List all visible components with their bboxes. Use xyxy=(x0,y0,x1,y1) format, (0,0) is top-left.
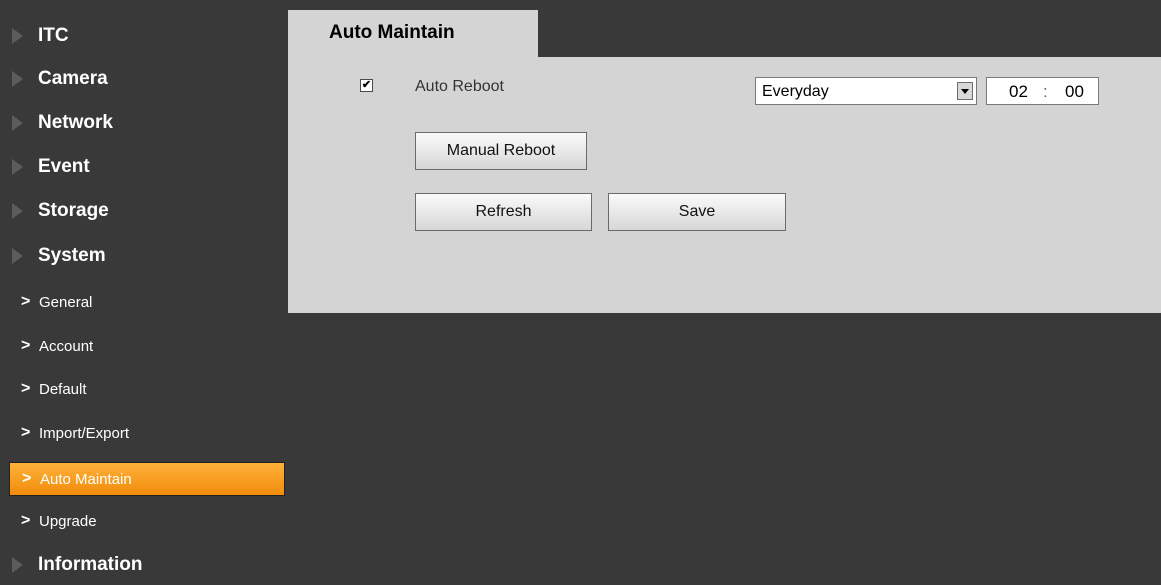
reboot-schedule-value: Everyday xyxy=(762,83,829,100)
reboot-hour[interactable]: 02 xyxy=(1009,82,1028,102)
refresh-button[interactable]: Refresh xyxy=(415,193,592,231)
sidebar-item-system[interactable]: System xyxy=(0,236,288,276)
auto-maintain-panel: ✔ Auto Reboot Everyday 02 : 00 Manual Re… xyxy=(288,57,1161,313)
sidebar-subitem-upgrade[interactable]: > Upgrade xyxy=(0,502,288,540)
sidebar: ITC Camera Network Event Storage System … xyxy=(0,0,288,575)
sidebar-subitem-general[interactable]: > General xyxy=(0,283,288,321)
triangle-right-icon xyxy=(12,248,23,264)
triangle-right-icon xyxy=(12,71,23,87)
auto-reboot-checkbox[interactable]: ✔ xyxy=(360,79,373,92)
sidebar-subitem-import-export[interactable]: > Import/Export xyxy=(0,414,288,452)
manual-reboot-button[interactable]: Manual Reboot xyxy=(415,132,587,170)
sidebar-subitem-default[interactable]: > Default xyxy=(0,370,288,408)
triangle-right-icon xyxy=(12,159,23,175)
chevron-right-icon: > xyxy=(21,293,31,310)
sidebar-item-label: Camera xyxy=(38,68,108,89)
triangle-right-icon xyxy=(12,28,23,44)
page-title: Auto Maintain xyxy=(329,22,455,43)
triangle-right-icon xyxy=(12,115,23,131)
sidebar-item-information[interactable]: Information xyxy=(0,545,288,585)
auto-reboot-label: Auto Reboot xyxy=(415,78,504,95)
time-separator: : xyxy=(1043,82,1048,101)
sidebar-subitem-label: Default xyxy=(39,380,87,398)
sidebar-item-label: Event xyxy=(38,156,90,177)
reboot-time-input[interactable]: 02 : 00 xyxy=(986,77,1099,105)
sidebar-item-camera[interactable]: Camera xyxy=(0,59,288,99)
reboot-minute[interactable]: 00 xyxy=(1065,82,1084,102)
triangle-right-icon xyxy=(12,203,23,219)
tab-auto-maintain[interactable]: Auto Maintain xyxy=(288,10,538,57)
sidebar-item-storage[interactable]: Storage xyxy=(0,191,288,231)
save-button[interactable]: Save xyxy=(608,193,786,231)
sidebar-subitem-account[interactable]: > Account xyxy=(0,327,288,365)
triangle-right-icon xyxy=(12,557,23,573)
sidebar-subitem-auto-maintain[interactable]: > Auto Maintain xyxy=(9,462,285,496)
chevron-right-icon: > xyxy=(21,380,31,397)
sidebar-item-network[interactable]: Network xyxy=(0,103,288,143)
chevron-right-icon: > xyxy=(21,337,31,354)
sidebar-subitem-label: Account xyxy=(39,337,94,355)
reboot-schedule-select[interactable]: Everyday xyxy=(755,77,977,105)
chevron-right-icon: > xyxy=(21,424,31,441)
sidebar-item-label: Network xyxy=(38,112,113,133)
sidebar-subitem-label: General xyxy=(39,293,93,311)
sidebar-subitem-label: Auto Maintain xyxy=(40,470,132,488)
sidebar-item-label: ITC xyxy=(38,25,69,46)
sidebar-subitem-label: Import/Export xyxy=(39,424,130,442)
sidebar-item-label: Storage xyxy=(38,200,109,221)
dropdown-arrow-icon[interactable] xyxy=(957,82,973,100)
chevron-right-icon: > xyxy=(21,512,31,529)
sidebar-subitem-label: Upgrade xyxy=(39,512,97,530)
chevron-right-icon: > xyxy=(22,470,32,487)
sidebar-item-label: System xyxy=(38,245,106,266)
sidebar-item-itc[interactable]: ITC xyxy=(0,16,288,56)
sidebar-item-event[interactable]: Event xyxy=(0,147,288,187)
sidebar-item-label: Information xyxy=(38,554,143,575)
